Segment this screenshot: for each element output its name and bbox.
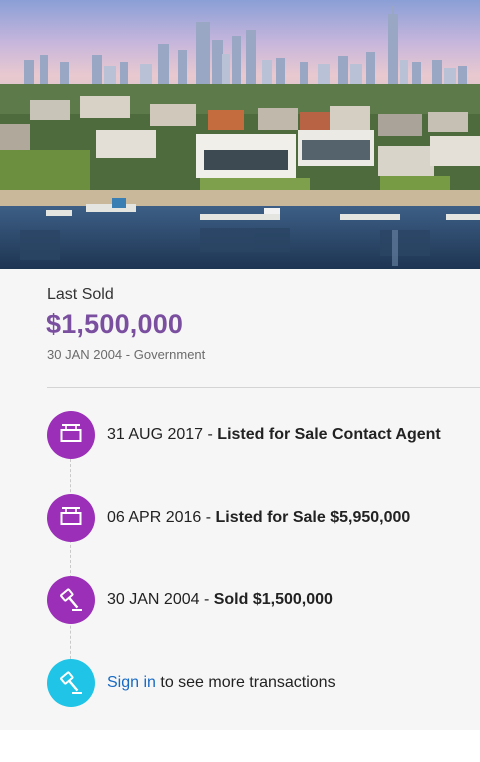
for-sale-sign-icon xyxy=(47,411,95,459)
event-description: Listed for Sale Contact Agent xyxy=(217,426,441,443)
page-footer-space xyxy=(0,730,480,762)
timeline-event-text: 31 AUG 2017 - Listed for Sale Contact Ag… xyxy=(107,426,441,444)
timeline-event: 06 APR 2016 - Listed for Sale $5,950,000 xyxy=(47,494,480,542)
signin-rest: to see more transactions xyxy=(155,674,336,691)
timeline-event-text: 30 JAN 2004 - Sold $1,500,000 xyxy=(107,591,333,609)
event-separator: - xyxy=(201,509,216,526)
event-date: 06 APR 2016 xyxy=(107,509,202,526)
last-sold-meta: 30 JAN 2004 - Government xyxy=(47,347,205,362)
event-description: Sold $1,500,000 xyxy=(213,591,333,608)
timeline-event: 30 JAN 2004 - Sold $1,500,000 xyxy=(47,576,480,624)
sales-history-card: Last Sold $1,500,000 30 JAN 2004 - Gover… xyxy=(0,269,480,730)
last-sold-price: $1,500,000 xyxy=(46,309,184,339)
gavel-icon xyxy=(47,659,95,707)
signin-row: Sign in to see more transactions xyxy=(47,659,480,707)
event-date: 31 AUG 2017 xyxy=(107,426,204,443)
last-sold-date: 30 JAN 2004 xyxy=(47,347,123,362)
property-photo xyxy=(0,0,480,269)
event-separator: - xyxy=(203,426,218,443)
timeline-event: 31 AUG 2017 - Listed for Sale Contact Ag… xyxy=(47,411,480,459)
signin-text: Sign in to see more transactions xyxy=(107,674,336,692)
event-separator: - xyxy=(199,591,214,608)
last-sold-source: Government xyxy=(133,347,206,362)
divider xyxy=(47,387,480,388)
event-date: 30 JAN 2004 xyxy=(107,591,200,608)
last-sold-label: Last Sold xyxy=(47,286,114,303)
gavel-icon xyxy=(47,576,95,624)
for-sale-sign-icon xyxy=(47,494,95,542)
timeline-connector xyxy=(70,459,71,669)
event-description: Listed for Sale $5,950,000 xyxy=(215,509,411,526)
last-sold-separator: - xyxy=(122,347,134,362)
signin-link[interactable]: Sign in xyxy=(107,674,156,691)
timeline-event-text: 06 APR 2016 - Listed for Sale $5,950,000 xyxy=(107,509,410,527)
